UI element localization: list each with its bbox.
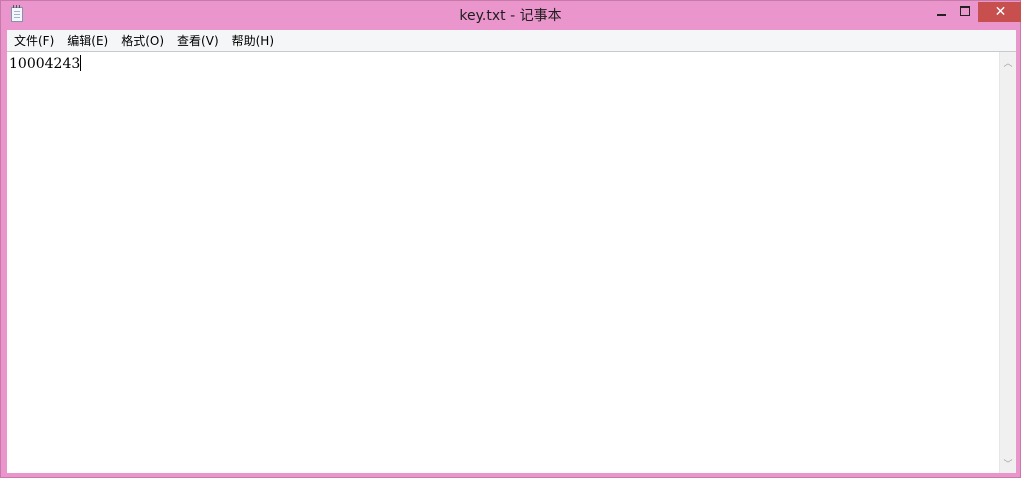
minimize-icon <box>936 14 946 16</box>
scroll-down-icon[interactable]: ﹀ <box>1000 455 1016 472</box>
notepad-window: key.txt - 记事本 ✕ 文件(F) 编辑(E) 格式(O) 查看(V) … <box>0 0 1021 478</box>
editor-text: 10004243 <box>9 56 81 72</box>
menu-edit[interactable]: 编辑(E) <box>60 31 114 51</box>
window-title: key.txt - 记事本 <box>459 8 562 24</box>
menu-file[interactable]: 文件(F) <box>7 31 60 51</box>
close-button[interactable]: ✕ <box>978 2 1021 22</box>
text-editor-area[interactable]: 10004243 ︿ ﹀ <box>7 51 1016 473</box>
menu-format[interactable]: 格式(O) <box>114 31 170 51</box>
vertical-scrollbar[interactable]: ︿ ﹀ <box>999 52 1016 473</box>
menu-view[interactable]: 查看(V) <box>170 31 225 51</box>
scroll-up-icon[interactable]: ︿ <box>1000 54 1016 71</box>
menu-bar: 文件(F) 编辑(E) 格式(O) 查看(V) 帮助(H) <box>7 30 1016 51</box>
maximize-button[interactable] <box>951 2 978 22</box>
maximize-icon <box>959 6 970 16</box>
editor-content[interactable]: 10004243 <box>9 55 82 73</box>
close-icon: ✕ <box>994 4 1007 20</box>
title-bar[interactable]: key.txt - 记事本 ✕ <box>1 1 1021 30</box>
text-caret <box>80 55 82 71</box>
menu-help[interactable]: 帮助(H) <box>225 31 280 51</box>
